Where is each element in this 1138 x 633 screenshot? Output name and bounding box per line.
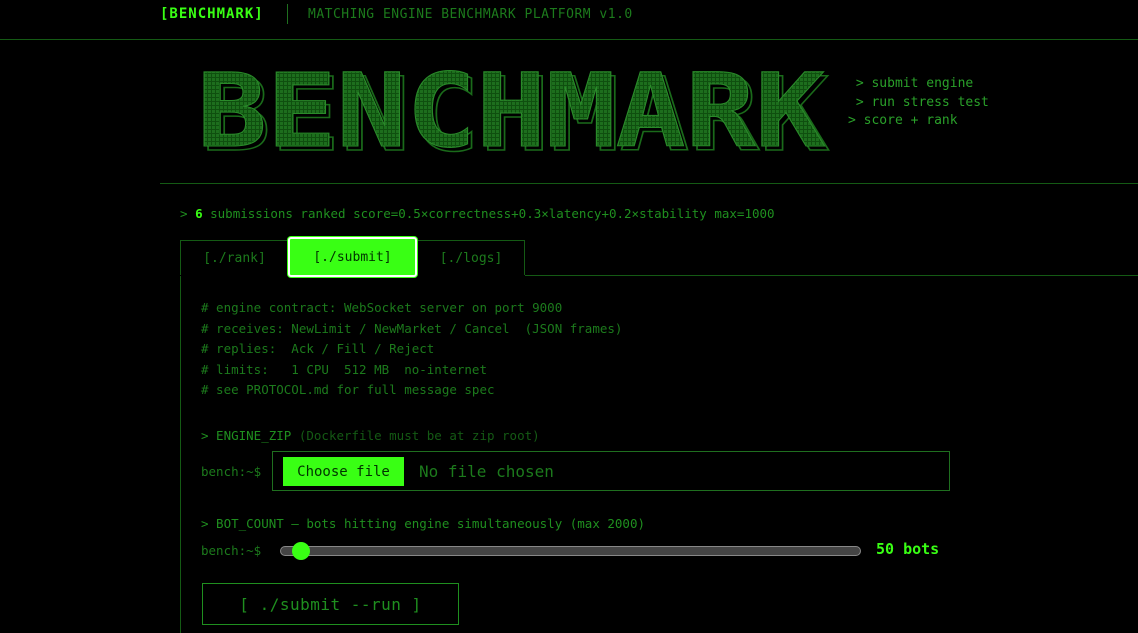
contract-line: # see PROTOCOL.md for full message spec (201, 382, 495, 397)
engine-zip-file-input[interactable]: Choose file No file chosen (272, 451, 950, 491)
bot-count-label: > BOT_COUNT — bots hitting engine simult… (201, 516, 646, 531)
bot-count-value: 50 bots (876, 540, 940, 558)
engine-zip-hint: (Dockerfile must be at zip root) (298, 428, 540, 443)
platform-subtitle: MATCHING ENGINE BENCHMARK PLATFORM v1.0 (308, 7, 633, 22)
score-formula: submissions ranked score=0.5×correctness… (202, 206, 775, 221)
contract-line: # replies: Ack / Fill / Reject (201, 341, 435, 356)
stats-prefix: > (180, 206, 196, 221)
submit-panel: # engine contract: WebSocket server on p… (180, 276, 1138, 633)
tab-submit[interactable]: [./submit] (288, 237, 417, 277)
hero-step: > submit engine (848, 76, 974, 91)
bot-count-prompt: bench:~$ (201, 543, 262, 558)
benchmark-page: [BENCHMARK] MATCHING ENGINE BENCHMARK PL… (0, 0, 1138, 633)
hero-step: > score + rank (848, 113, 958, 128)
hero-banner: BENCHMARK BENCHMARK > submit engine > ru… (160, 40, 1138, 184)
hero-step: > run stress test (848, 94, 989, 110)
hero-steps: > submit engine > run stress test > score… (848, 75, 989, 131)
benchmark-ascii-banner: BENCHMARK BENCHMARK (197, 54, 831, 160)
tab-rank[interactable]: [./rank] (180, 240, 288, 275)
submission-stats: > 6 submissions ranked score=0.5×correct… (180, 206, 775, 221)
nav-divider (287, 4, 288, 24)
contract-line: # receives: NewLimit / NewMarket / Cance… (201, 320, 623, 336)
engine-zip-title: > ENGINE_ZIP (201, 428, 299, 443)
bot-count-slider-thumb[interactable] (292, 542, 311, 560)
submit-run-button[interactable]: [ ./submit --run ] (202, 583, 459, 625)
contract-line: # limits: 1 CPU 512 MB no-internet (201, 361, 487, 377)
tab-bar: [./rank] [./submit] [./logs] (180, 237, 1138, 277)
submission-count: 6 (195, 206, 203, 221)
tab-logs[interactable]: [./logs] (418, 240, 525, 275)
choose-file-button[interactable]: Choose file (283, 457, 404, 486)
file-status: No file chosen (419, 462, 554, 481)
contract-line: # engine contract: WebSocket server on p… (201, 300, 563, 315)
engine-contract: # engine contract: WebSocket server on p… (201, 298, 622, 401)
brand-logo[interactable]: [BENCHMARK] (160, 6, 264, 22)
engine-zip-prompt: bench:~$ (201, 464, 262, 479)
banner-text: BENCHMARK (197, 54, 826, 160)
engine-zip-label: > ENGINE_ZIP (Dockerfile must be at zip … (201, 428, 540, 443)
bot-count-slider[interactable] (280, 546, 861, 556)
top-nav: [BENCHMARK] MATCHING ENGINE BENCHMARK PL… (0, 0, 1138, 40)
